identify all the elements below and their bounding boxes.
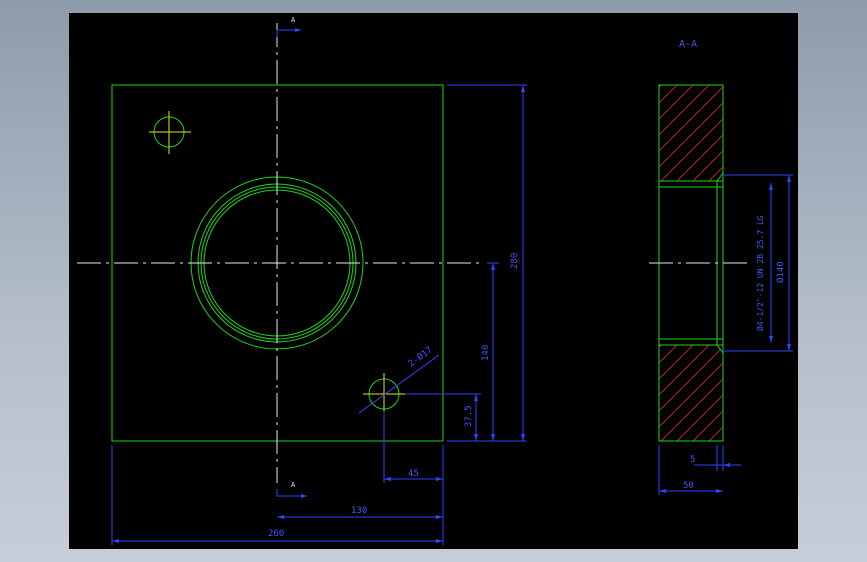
section-title: A-A xyxy=(679,39,697,50)
dim-arrow xyxy=(659,489,666,493)
dim-small-hole-offset: 45 xyxy=(408,469,419,479)
dim-center-offset: 130 xyxy=(351,506,367,516)
dim-arrow xyxy=(436,515,443,519)
hatch-upper xyxy=(659,85,723,181)
dim-arrow xyxy=(436,539,443,543)
cad-viewport[interactable]: A A 2-Ø17 280 140 37.5 45 130 260 A-A Ø1… xyxy=(69,13,798,549)
dim-arrow xyxy=(491,263,495,270)
dim-arrow xyxy=(474,434,478,441)
dim-thread-callout: Ø4-1/2"-12 UN 2B 25.7 LG xyxy=(755,215,765,331)
section-outline-lower xyxy=(658,339,724,442)
dim-arrow xyxy=(491,434,495,441)
dim-arrow xyxy=(521,85,525,92)
dim-arrow xyxy=(384,477,391,481)
dim-arrow xyxy=(521,434,525,441)
hatch-lower xyxy=(659,345,723,441)
section-mark-bottom: A xyxy=(291,481,296,489)
dim-thickness: 50 xyxy=(683,481,694,491)
dim-arrow xyxy=(474,394,478,401)
dim-arrow xyxy=(277,515,284,519)
section-outline-upper xyxy=(658,84,724,187)
cad-drawing: A A 2-Ø17 280 140 37.5 45 130 260 A-A Ø1… xyxy=(77,16,793,545)
dim-arrow xyxy=(787,344,791,351)
section-arrow-head xyxy=(301,494,307,498)
dim-arrow xyxy=(112,539,119,543)
dim-small-hole-height: 37.5 xyxy=(464,405,474,427)
dim-arrow xyxy=(787,175,791,182)
dim-arrow xyxy=(769,183,773,190)
dim-arrow xyxy=(436,477,443,481)
dim-arrow xyxy=(723,463,730,467)
dim-bore-diameter: Ø140 xyxy=(775,261,786,283)
section-arrow-head xyxy=(295,28,301,32)
dim-width: 260 xyxy=(268,529,284,539)
hole-leader-line xyxy=(358,354,440,414)
dim-arrow xyxy=(716,489,723,493)
dim-hole-height: 140 xyxy=(481,345,491,361)
dim-arrow xyxy=(769,336,773,343)
section-mark-top: A xyxy=(291,16,296,24)
dim-height: 280 xyxy=(510,253,520,269)
hole-callout: 2-Ø17 xyxy=(406,345,434,370)
dim-depth: 5 xyxy=(690,455,695,465)
